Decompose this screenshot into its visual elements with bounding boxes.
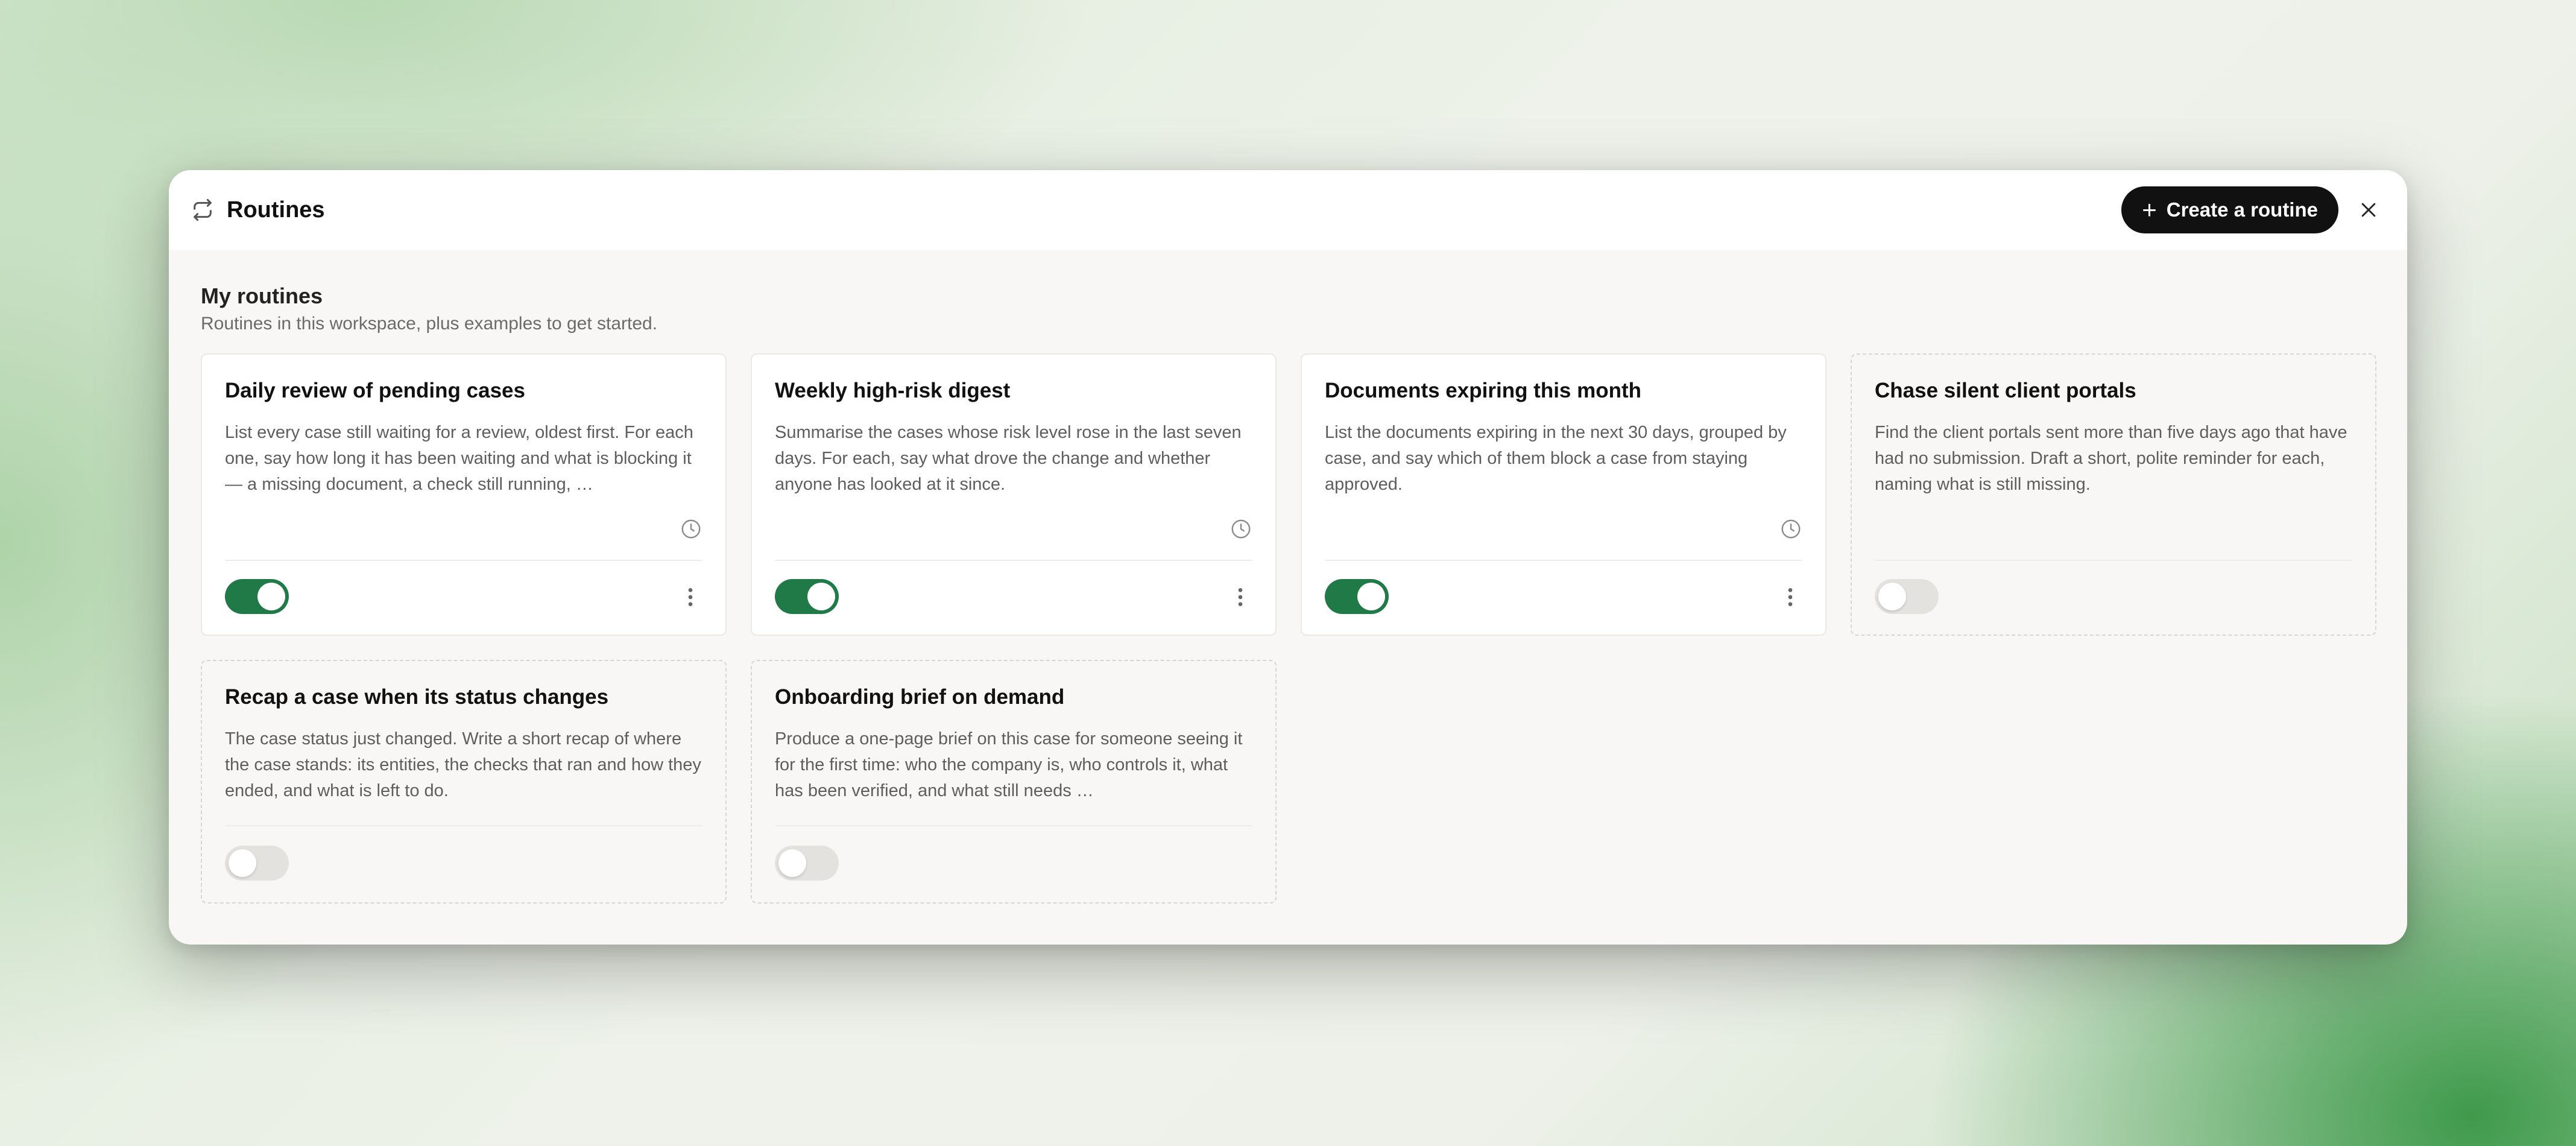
routines-modal: Routines + Create a routine My routines … [169, 170, 2407, 945]
routine-description: Summarise the cases whose risk level ros… [775, 423, 1242, 494]
toggle-knob [807, 583, 835, 610]
more-vertical-icon[interactable] [684, 585, 696, 609]
routine-toggle[interactable] [1875, 579, 1939, 614]
create-routine-button[interactable]: + Create a routine [2121, 186, 2338, 233]
plus-icon: + [2142, 195, 2157, 224]
toggle-knob [229, 849, 256, 877]
clock-icon [1779, 518, 1802, 540]
my-routines-section: My routines Routines in this workspace, … [169, 250, 2407, 904]
clock-icon [680, 518, 702, 540]
more-vertical-icon[interactable] [1234, 585, 1246, 609]
routine-description: Find the client portals sent more than f… [1875, 423, 2347, 494]
create-routine-label: Create a routine [2166, 198, 2318, 221]
routine-title: Chase silent client portals [1875, 379, 2136, 402]
routine-card[interactable]: Weekly high-risk digest Summarise the cas… [751, 353, 1277, 636]
card-divider [225, 560, 702, 561]
toggle-knob [257, 583, 285, 610]
routine-title: Documents expiring this month [1325, 379, 1642, 402]
routine-card[interactable]: Chase silent client portals Find the clie… [1851, 353, 2376, 636]
routine-toggle[interactable] [225, 846, 289, 881]
routine-card[interactable]: Daily review of pending cases List every … [201, 353, 727, 636]
close-icon[interactable] [2352, 193, 2385, 227]
routine-title: Onboarding brief on demand [775, 685, 1065, 709]
routine-toggle[interactable] [225, 579, 289, 614]
routine-toggle[interactable] [1325, 579, 1389, 614]
more-vertical-icon[interactable] [1784, 585, 1796, 609]
section-subtitle: Routines in this workspace, plus example… [201, 314, 658, 334]
modal-header: Routines + Create a routine [169, 170, 2407, 250]
routine-title: Daily review of pending cases [225, 379, 525, 402]
card-divider [775, 825, 1252, 826]
modal-title: Routines [227, 197, 325, 223]
routine-description: List the documents expiring in the next … [1325, 423, 1787, 494]
toggle-knob [1357, 583, 1385, 610]
routine-grid: Daily review of pending cases List every … [201, 353, 2376, 904]
routine-card[interactable]: Documents expiring this month List the do… [1301, 353, 1826, 636]
toggle-knob [1878, 583, 1906, 610]
routine-description: List every case still waiting for a revi… [225, 423, 693, 494]
routine-description: Produce a one-page brief on this case fo… [775, 729, 1243, 800]
routine-card[interactable]: Onboarding brief on demand Produce a one-… [751, 660, 1277, 904]
routine-title: Weekly high-risk digest [775, 379, 1011, 402]
routine-card[interactable]: Recap a case when its status changes The … [201, 660, 727, 904]
card-divider [1325, 560, 1802, 561]
toggle-knob [778, 849, 806, 877]
card-divider [1875, 560, 2352, 561]
card-divider [225, 825, 702, 826]
clock-icon [1230, 518, 1252, 540]
repeat-icon [191, 198, 215, 222]
routine-toggle[interactable] [775, 846, 839, 881]
routine-title: Recap a case when its status changes [225, 685, 609, 709]
card-divider [775, 560, 1252, 561]
routine-description: The case status just changed. Write a sh… [225, 729, 701, 800]
section-title: My routines [201, 283, 323, 308]
routine-toggle[interactable] [775, 579, 839, 614]
